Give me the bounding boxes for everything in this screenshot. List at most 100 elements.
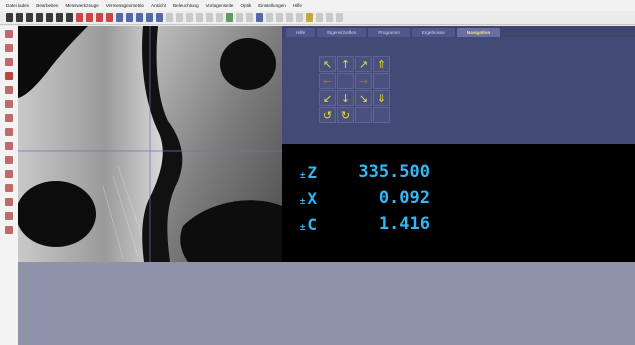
toolbar-button[interactable] [186, 13, 193, 22]
menu-view[interactable]: Ansicht [151, 3, 166, 8]
axis-letter: X [307, 188, 318, 208]
axis-letter: C [307, 214, 318, 234]
zoom-button[interactable] [136, 13, 143, 22]
tab-program[interactable]: Programm [368, 28, 410, 37]
toolbar-button[interactable] [76, 13, 83, 22]
menu-geometry[interactable]: Vermessgeometrie [106, 3, 144, 8]
axis-label-c: ± C [300, 215, 326, 234]
toolbar-button[interactable] [56, 13, 63, 22]
readout-row-z: ± Z 335.500 [300, 162, 430, 182]
toolbar-button[interactable] [16, 13, 23, 22]
toolbar-button[interactable] [266, 13, 273, 22]
blank-cell [373, 73, 390, 89]
toolbar-button[interactable] [36, 13, 43, 22]
tool-icon[interactable] [5, 142, 13, 150]
toolbar-button[interactable] [306, 13, 313, 22]
readout-row-c: ± C 1.416 [300, 214, 430, 234]
axis-symbol-icon: ± [300, 170, 306, 181]
toolbar-button[interactable] [26, 13, 33, 22]
tool-icon[interactable] [5, 114, 13, 122]
toolbar-button[interactable] [6, 13, 13, 22]
tab-properties[interactable]: Eigenschaften [317, 28, 367, 37]
toolbar-button[interactable] [106, 13, 113, 22]
zoom-button[interactable] [146, 13, 153, 22]
z-down-arrow-icon[interactable]: ⇓ [373, 90, 390, 106]
toolbar-button[interactable] [166, 13, 173, 22]
toolbar-button[interactable] [236, 13, 243, 22]
toolbar-button[interactable] [296, 13, 303, 22]
up-arrow-icon[interactable]: ↑ [337, 56, 354, 72]
tool-icon[interactable] [5, 30, 13, 38]
tab-navigation[interactable]: Navigation [456, 28, 501, 37]
zoom-button[interactable] [156, 13, 163, 22]
zoom-button[interactable] [116, 13, 123, 22]
menu-optics[interactable]: Optik [240, 3, 251, 8]
toolbar-button[interactable] [276, 13, 283, 22]
toolbar-button[interactable] [206, 13, 213, 22]
menu-template[interactable]: Vorlagenseite [206, 3, 234, 8]
toolbar-button[interactable] [226, 13, 233, 22]
toolbar-button[interactable] [46, 13, 53, 22]
tool-icon[interactable] [5, 128, 13, 136]
c-value: 1.416 [378, 214, 430, 234]
toolbar-button[interactable] [256, 13, 263, 22]
axis-label-z: ± Z [300, 163, 326, 182]
axis-symbol-icon: ± [300, 196, 306, 207]
position-readout: ± Z 335.500 ± X 0.092 ± C 1.416 [282, 144, 635, 262]
menu-settings[interactable]: Einstellungen [258, 3, 286, 8]
camera-view[interactable] [18, 26, 282, 262]
tool-icon[interactable] [5, 170, 13, 178]
readout-row-x: ± X 0.092 [300, 188, 430, 208]
toolbar-button[interactable] [326, 13, 333, 22]
toolbar-button[interactable] [246, 13, 253, 22]
tool-icon[interactable] [5, 44, 13, 52]
axis-symbol-icon: ± [300, 222, 306, 233]
tool-icon[interactable] [5, 212, 13, 220]
tool-icon[interactable] [5, 58, 13, 66]
toolbar-button[interactable] [176, 13, 183, 22]
menu-lighting[interactable]: Beleuchtung [173, 3, 199, 8]
tool-icon[interactable] [5, 184, 13, 192]
down-right-arrow-icon[interactable]: ↘ [355, 90, 372, 106]
menu-bar: Datei laden Bearbeiten Messwerkzeuge Ver… [0, 0, 635, 11]
menu-file[interactable]: Datei laden [6, 3, 29, 8]
tab-help[interactable]: Hilfe [286, 28, 316, 37]
tool-icon[interactable] [5, 226, 13, 234]
blank-cell [373, 107, 390, 123]
axis-label-x: ± X [300, 189, 326, 208]
zoom-button[interactable] [126, 13, 133, 22]
tool-icon[interactable] [5, 198, 13, 206]
toolbar-button[interactable] [216, 13, 223, 22]
toolbar-button[interactable] [96, 13, 103, 22]
tool-icon[interactable] [5, 86, 13, 94]
down-arrow-icon[interactable]: ↓ [337, 90, 354, 106]
toolbar-button[interactable] [196, 13, 203, 22]
tool-icon[interactable] [5, 72, 13, 80]
bottom-panel [18, 262, 635, 345]
navigation-pad: ↖ ↑ ↗ ⇑ ← → ↙ ↓ ↘ ⇓ ↺ ↻ [319, 56, 391, 123]
toolbar-button[interactable] [86, 13, 93, 22]
tool-icon[interactable] [5, 156, 13, 164]
z-up-arrow-icon[interactable]: ⇑ [373, 56, 390, 72]
up-right-arrow-icon[interactable]: ↗ [355, 56, 372, 72]
menu-help[interactable]: Hilfe [293, 3, 302, 8]
toolbar-button[interactable] [66, 13, 73, 22]
tab-results[interactable]: Ergebnisse [411, 28, 455, 37]
toolbar-button[interactable] [286, 13, 293, 22]
rotate-ccw-arrow-icon[interactable]: ↺ [319, 107, 336, 123]
toolbar-button[interactable] [316, 13, 323, 22]
left-arrow-icon[interactable]: ← [319, 73, 336, 89]
z-value: 335.500 [358, 162, 430, 182]
toolbar-button[interactable] [336, 13, 343, 22]
camera-image [18, 26, 282, 262]
blank-cell [355, 107, 372, 123]
up-left-arrow-icon[interactable]: ↖ [319, 56, 336, 72]
tool-icon[interactable] [5, 100, 13, 108]
rotate-cw-arrow-icon[interactable]: ↻ [337, 107, 354, 123]
panel-tabs: Hilfe Eigenschaften Programm Ergebnisse … [282, 26, 635, 37]
menu-edit[interactable]: Bearbeiten [36, 3, 58, 8]
main-toolbar [0, 11, 635, 25]
menu-measure-tools[interactable]: Messwerkzeuge [65, 3, 98, 8]
right-arrow-icon[interactable]: → [355, 73, 372, 89]
down-left-arrow-icon[interactable]: ↙ [319, 90, 336, 106]
